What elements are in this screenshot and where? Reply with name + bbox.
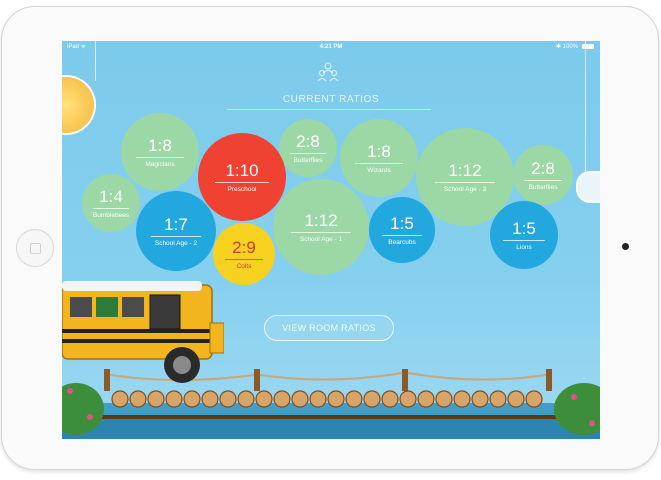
room-bubble-preschool[interactable]: 1:10 Preschool xyxy=(198,133,286,221)
home-button[interactable] xyxy=(16,229,54,267)
room-bubble-bumblebees[interactable]: 1:4 Bumblebees xyxy=(82,174,140,232)
room-ratio: 1:4 xyxy=(99,186,123,206)
room-bubble-magicians[interactable]: 1:8 Magicians xyxy=(121,113,199,191)
room-name: Lions xyxy=(516,243,532,251)
status-bar: iPad ᯤ 4:21 PM ✱ 100% xyxy=(62,41,600,53)
battery-text: ✱ 100% xyxy=(555,44,578,50)
room-bubble-school-age-2[interactable]: 1:7 School Age - 2 xyxy=(136,191,216,271)
room-bubble-lions[interactable]: 1:5 Lions xyxy=(490,201,558,269)
room-name: School Age - 2 xyxy=(154,239,198,247)
sun-icon xyxy=(62,77,94,133)
room-name: School Age - 1 xyxy=(299,235,343,243)
room-ratio: 1:12 xyxy=(448,160,482,180)
room-ratio: 1:10 xyxy=(225,160,259,180)
view-room-ratios-button[interactable]: VIEW ROOM RATIOS xyxy=(264,315,394,341)
room-name: Butterflies xyxy=(293,156,323,164)
title-divider xyxy=(227,109,431,110)
room-bubble-butterflies[interactable]: 2:8 Butterflies xyxy=(279,119,337,177)
room-ratio: 1:5 xyxy=(512,218,536,238)
room-bubble-school-age-1[interactable]: 1:12 School Age - 1 xyxy=(273,179,369,275)
room-bubble-wizards[interactable]: 1:8 Wizards xyxy=(340,119,418,197)
room-name: School Age - 3 xyxy=(443,185,487,193)
front-camera xyxy=(622,243,629,250)
page-title: CURRENT RATIOS xyxy=(282,94,380,105)
room-ratio: 1:12 xyxy=(304,210,338,230)
room-ratio: 2:8 xyxy=(531,158,555,178)
room-name: Butterflies xyxy=(528,183,558,191)
room-bubble-bearcubs[interactable]: 1:5 Bearcubs xyxy=(369,197,435,263)
status-time: 4:21 PM xyxy=(319,44,343,50)
sun-string xyxy=(95,41,96,81)
moon-icon xyxy=(576,171,600,203)
room-bubble-butterflies-2[interactable]: 2:8 Butterflies xyxy=(513,145,573,205)
room-ratio: 2:9 xyxy=(232,237,256,257)
room-name: Bumblebees xyxy=(92,211,130,219)
moon-string xyxy=(585,41,586,173)
room-name: Colts xyxy=(236,262,252,270)
room-ratio: 1:8 xyxy=(367,141,391,161)
room-ratio: 2:8 xyxy=(296,131,320,151)
room-name: Magicians xyxy=(145,160,175,168)
room-name: Bearcubs xyxy=(388,238,416,246)
room-ratio: 1:5 xyxy=(390,213,414,233)
room-name: Preschool xyxy=(227,185,257,193)
room-ratio: 1:8 xyxy=(148,135,172,155)
room-name: Wizards xyxy=(367,166,391,174)
battery-icon xyxy=(582,44,594,49)
room-ratio: 1:7 xyxy=(164,214,188,234)
children-group-icon xyxy=(317,62,339,82)
app-screen: iPad ᯤ 4:21 PM ✱ 100% CURRENT RATIOS 1:8… xyxy=(62,41,600,439)
school-bus-illustration xyxy=(62,281,224,383)
